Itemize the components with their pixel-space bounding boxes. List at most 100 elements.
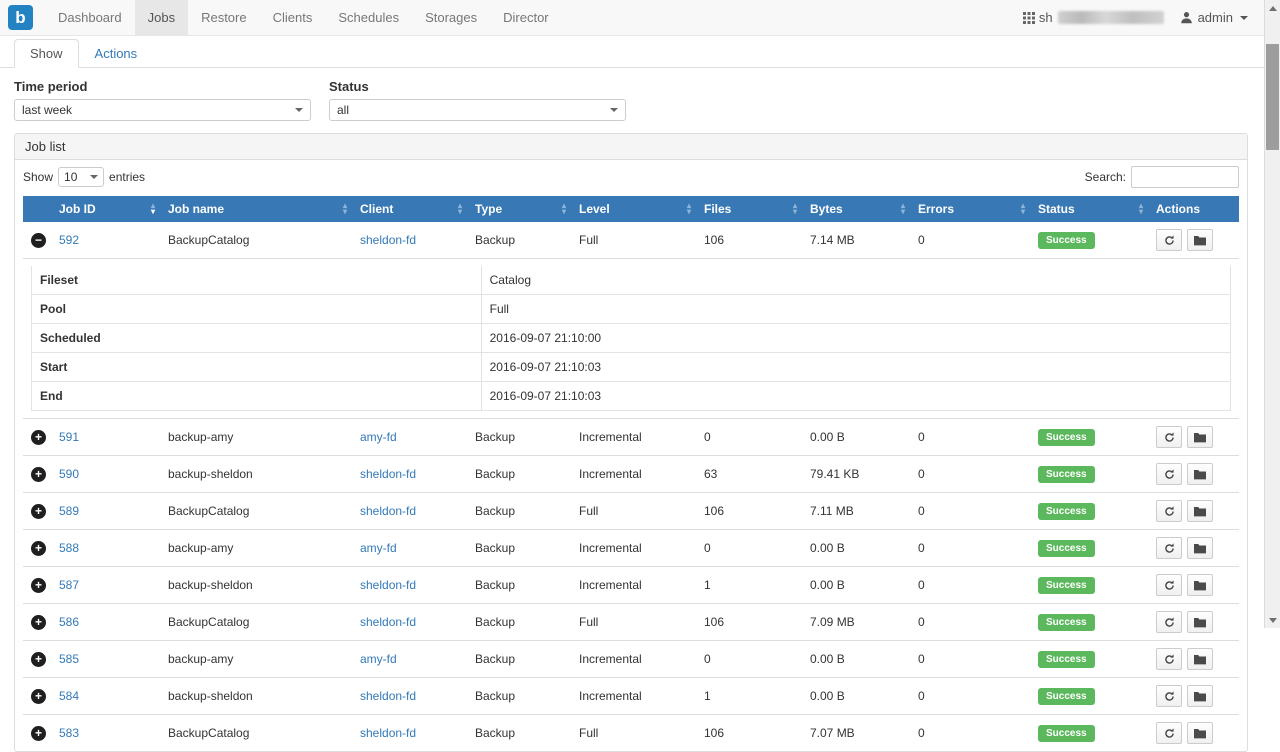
folder-icon — [1194, 469, 1206, 480]
sort-icon: ▴▾ — [1021, 203, 1025, 215]
expand-toggle-icon: + — [35, 653, 42, 665]
rerun-job-button[interactable] — [1156, 426, 1182, 448]
rerun-job-button[interactable] — [1156, 611, 1182, 633]
col-status[interactable]: Status ▴▾ — [1030, 196, 1148, 222]
job-id-link[interactable]: 584 — [59, 689, 79, 703]
client-link[interactable]: sheldon-fd — [360, 615, 416, 629]
client-link[interactable]: sheldon-fd — [360, 504, 416, 518]
job-id-link[interactable]: 586 — [59, 615, 79, 629]
level-cell: Full — [571, 604, 696, 641]
tab-actions[interactable]: Actions — [79, 39, 154, 68]
job-id-link[interactable]: 583 — [59, 726, 79, 740]
job-log-button[interactable] — [1187, 500, 1213, 522]
col-job-name[interactable]: Job name ▴▾ — [160, 196, 352, 222]
search-input[interactable] — [1131, 166, 1239, 188]
nav-item-jobs[interactable]: Jobs — [135, 0, 188, 35]
detail-field-value[interactable]: Full — [481, 295, 1230, 324]
director-host: sh — [1023, 10, 1164, 25]
job-log-button[interactable] — [1187, 229, 1213, 251]
brand-logo[interactable]: b — [0, 0, 45, 35]
rerun-job-button[interactable] — [1156, 722, 1182, 744]
rerun-job-button[interactable] — [1156, 648, 1182, 670]
rerun-icon — [1164, 235, 1175, 246]
scrollbar-up-arrow[interactable] — [1265, 0, 1280, 16]
job-log-button[interactable] — [1187, 611, 1213, 633]
folder-icon — [1194, 506, 1206, 517]
job-name-cell: backup-amy — [160, 419, 352, 456]
job-log-button[interactable] — [1187, 463, 1213, 485]
expand-toggle[interactable]: + — [31, 541, 46, 556]
job-id-link[interactable]: 588 — [59, 541, 79, 555]
job-log-button[interactable] — [1187, 722, 1213, 744]
scrollbar-thumb[interactable] — [1266, 44, 1279, 150]
nav-item-dashboard[interactable]: Dashboard — [45, 0, 135, 35]
rerun-job-button[interactable] — [1156, 463, 1182, 485]
detail-field-label: Start — [32, 353, 482, 382]
job-id-link[interactable]: 591 — [59, 430, 79, 444]
tab-show[interactable]: Show — [14, 39, 79, 68]
rerun-job-button[interactable] — [1156, 685, 1182, 707]
detail-field-value[interactable]: Catalog — [481, 266, 1230, 295]
job-table-body: − 592 BackupCatalog sheldon-fd Backup Fu… — [23, 222, 1239, 751]
client-link[interactable]: amy-fd — [360, 541, 397, 555]
expand-toggle[interactable]: + — [31, 467, 46, 482]
col-errors[interactable]: Errors ▴▾ — [910, 196, 1030, 222]
rerun-icon — [1164, 506, 1175, 517]
client-link[interactable]: sheldon-fd — [360, 689, 416, 703]
nav-item-restore[interactable]: Restore — [188, 0, 260, 35]
job-id-link[interactable]: 592 — [59, 233, 79, 247]
client-link[interactable]: sheldon-fd — [360, 578, 416, 592]
nav-item-schedules[interactable]: Schedules — [325, 0, 412, 35]
rerun-job-button[interactable] — [1156, 574, 1182, 596]
folder-icon — [1194, 691, 1206, 702]
job-log-button[interactable] — [1187, 537, 1213, 559]
expand-toggle[interactable]: + — [31, 430, 46, 445]
bytes-cell: 7.11 MB — [802, 493, 910, 530]
client-link[interactable]: amy-fd — [360, 430, 397, 444]
job-name-cell: BackupCatalog — [160, 715, 352, 752]
col-client[interactable]: Client ▴▾ — [352, 196, 467, 222]
client-link[interactable]: sheldon-fd — [360, 726, 416, 740]
client-link[interactable]: amy-fd — [360, 652, 397, 666]
level-cell: Full — [571, 222, 696, 259]
expand-toggle[interactable]: + — [31, 504, 46, 519]
level-cell: Incremental — [571, 678, 696, 715]
type-cell: Backup — [467, 678, 571, 715]
level-cell: Incremental — [571, 456, 696, 493]
time-period-select[interactable]: last week — [14, 99, 311, 121]
job-id-link[interactable]: 587 — [59, 578, 79, 592]
vertical-scrollbar[interactable] — [1264, 0, 1280, 628]
col-type[interactable]: Type ▴▾ — [467, 196, 571, 222]
expand-toggle[interactable]: + — [31, 689, 46, 704]
job-id-link[interactable]: 590 — [59, 467, 79, 481]
rerun-job-button[interactable] — [1156, 537, 1182, 559]
col-files[interactable]: Files ▴▾ — [696, 196, 802, 222]
expand-toggle[interactable]: + — [31, 652, 46, 667]
status-select[interactable]: all — [329, 99, 626, 121]
job-id-link[interactable]: 585 — [59, 652, 79, 666]
nav-item-storages[interactable]: Storages — [412, 0, 490, 35]
expand-toggle[interactable]: + — [31, 726, 46, 741]
job-log-button[interactable] — [1187, 685, 1213, 707]
job-list-panel: Job list Show 10 entries Search: — [14, 133, 1248, 752]
expand-toggle[interactable]: − — [31, 233, 46, 248]
job-log-button[interactable] — [1187, 648, 1213, 670]
expand-toggle[interactable]: + — [31, 615, 46, 630]
job-id-link[interactable]: 589 — [59, 504, 79, 518]
scrollbar-down-arrow[interactable] — [1265, 612, 1280, 628]
client-link[interactable]: sheldon-fd — [360, 467, 416, 481]
col-bytes[interactable]: Bytes ▴▾ — [802, 196, 910, 222]
page-length-select[interactable]: 10 — [58, 167, 104, 187]
nav-item-clients[interactable]: Clients — [260, 0, 326, 35]
expand-toggle[interactable]: + — [31, 578, 46, 593]
rerun-job-button[interactable] — [1156, 500, 1182, 522]
client-link[interactable]: sheldon-fd — [360, 233, 416, 247]
nav-item-director[interactable]: Director — [490, 0, 562, 35]
rerun-job-button[interactable] — [1156, 229, 1182, 251]
col-level[interactable]: Level ▴▾ — [571, 196, 696, 222]
job-log-button[interactable] — [1187, 426, 1213, 448]
job-log-button[interactable] — [1187, 574, 1213, 596]
bytes-cell: 0.00 B — [802, 641, 910, 678]
col-job-id[interactable]: Job ID ▴▾ — [51, 196, 160, 222]
user-menu[interactable]: admin — [1180, 10, 1248, 25]
